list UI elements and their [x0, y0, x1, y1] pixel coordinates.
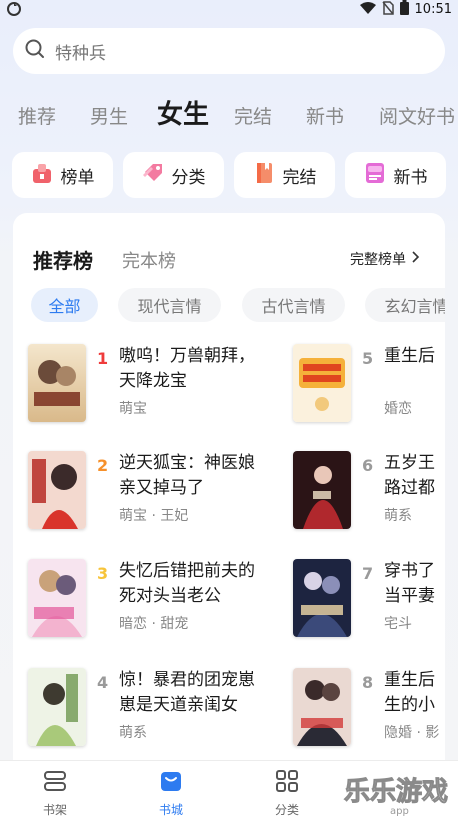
full-list-label: 完整榜单 — [350, 252, 406, 268]
nav-category[interactable]: 分类 — [257, 769, 317, 818]
bookstore-icon — [159, 769, 183, 797]
shortcut-label: 完结 — [282, 167, 317, 188]
chevron-right-icon — [412, 251, 420, 267]
ranking-panel: 推荐榜 完本榜 完整榜单 全部 现代言情 古代言情 玄幻言情 1 嗷呜！万兽朝拜… — [13, 213, 445, 773]
bookshelf-icon — [43, 769, 67, 797]
book-cover — [293, 451, 351, 529]
nav-label: 分类 — [274, 803, 299, 817]
book-tags: 暗恋 · 甜宠 — [119, 616, 189, 632]
svg-text:app: app — [390, 806, 409, 817]
battery-icon — [399, 0, 409, 19]
book-title: 穿书了 当平妻 — [384, 561, 435, 606]
search-placeholder: 特种兵 — [55, 43, 106, 64]
book-item[interactable]: 7 穿书了 当平妻 宅斗 — [293, 559, 445, 641]
book-title: 逆天狐宝：神医娘 亲又掉马了 — [119, 453, 255, 498]
book-rank: 3 — [97, 564, 109, 583]
shortcut-label: 分类 — [171, 167, 206, 188]
book-rank: 6 — [362, 456, 374, 475]
shortcut-new[interactable]: 新书 — [345, 152, 446, 198]
book-item[interactable]: 3 失忆后错把前夫的 死对头当老公 暗恋 · 甜宠 — [28, 559, 273, 641]
panel-title-complete[interactable]: 完本榜 — [122, 247, 176, 273]
nav-bookshelf[interactable]: 书架 — [25, 769, 85, 818]
book-rank: 2 — [97, 456, 109, 475]
no-sim-icon — [381, 0, 394, 19]
book-cover — [28, 668, 86, 746]
category-tag-icon — [142, 162, 164, 188]
shortcut-finished[interactable]: 完结 — [234, 152, 335, 198]
book-item[interactable]: 2 逆天狐宝：神医娘 亲又掉马了 萌宝 · 王妃 — [28, 451, 273, 533]
tab-yuewen[interactable]: 阅文好书 — [379, 102, 455, 129]
chip-fantasy-romance[interactable]: 玄幻言情 — [365, 288, 445, 322]
book-tags: 婚恋 — [384, 401, 412, 417]
book-tags: 萌系 — [119, 725, 147, 741]
book-cover — [293, 668, 351, 746]
book-title: 失忆后错把前夫的 死对头当老公 — [119, 561, 255, 606]
nav-label: 书城 — [158, 803, 183, 817]
grid-icon — [275, 769, 299, 797]
shortcut-category[interactable]: 分类 — [123, 152, 224, 198]
shortcut-label: 新书 — [393, 167, 428, 188]
book-cover — [28, 451, 86, 529]
panel-title-recommend[interactable]: 推荐榜 — [33, 245, 93, 274]
book-item[interactable]: 5 重生后 婚恋 — [293, 344, 445, 426]
chip-modern-romance[interactable]: 现代言情 — [118, 288, 221, 322]
book-cover — [28, 344, 86, 422]
search-icon — [25, 39, 45, 63]
book-tags: 萌宝 · 王妃 — [119, 508, 189, 524]
svg-text:乐乐游戏: 乐乐游戏 — [344, 777, 448, 807]
status-time: 10:51 — [414, 1, 452, 17]
status-bar: 10:51 — [0, 0, 458, 18]
full-list-link[interactable]: 完整榜单 — [350, 249, 420, 269]
shortcut-label: 榜单 — [60, 167, 95, 188]
book-title: 惊！暴君的团宠崽 崽是天道亲闺女 — [119, 670, 255, 715]
finished-book-icon — [253, 162, 275, 188]
tab-finished[interactable]: 完结 — [234, 102, 272, 129]
book-rank: 4 — [97, 673, 109, 692]
nav-label: 书架 — [42, 803, 67, 817]
status-icons: 10:51 — [359, 0, 452, 19]
channel-tabs: 推荐 男生 女生 完结 新书 阅文好书 — [0, 92, 458, 134]
book-rank: 7 — [362, 564, 374, 583]
book-title: 重生后 生的小 — [384, 670, 435, 715]
book-cover — [293, 559, 351, 637]
chip-all[interactable]: 全部 — [31, 288, 98, 322]
book-tags: 宅斗 — [384, 616, 412, 632]
book-cover — [293, 344, 351, 422]
tab-male[interactable]: 男生 — [90, 102, 128, 129]
book-item[interactable]: 1 嗷呜！万兽朝拜， 天降龙宝 萌宝 — [28, 344, 273, 426]
book-title: 五岁王 路过都 — [384, 453, 435, 498]
book-item[interactable]: 8 重生后 生的小 隐婚 · 影 — [293, 668, 445, 750]
new-book-icon — [364, 162, 386, 188]
shortcut-ranking[interactable]: 榜单 — [12, 152, 113, 198]
tab-recommend[interactable]: 推荐 — [18, 102, 56, 129]
tab-female[interactable]: 女生 — [157, 94, 209, 131]
book-tags: 萌系 — [384, 508, 412, 524]
chip-ancient-romance[interactable]: 古代言情 — [242, 288, 345, 322]
search-input[interactable]: 特种兵 — [13, 28, 445, 74]
watermark-logo: 乐乐游戏 app — [342, 770, 458, 820]
book-title: 重生后 — [384, 346, 435, 366]
book-rank: 1 — [97, 349, 109, 368]
book-item[interactable]: 6 五岁王 路过都 萌系 — [293, 451, 445, 533]
ranking-icon — [31, 162, 53, 188]
book-rank: 5 — [362, 349, 374, 368]
sync-icon — [6, 1, 22, 17]
book-item[interactable]: 4 惊！暴君的团宠崽 崽是天道亲闺女 萌系 — [28, 668, 273, 750]
book-tags: 萌宝 — [119, 401, 147, 417]
tab-new[interactable]: 新书 — [306, 102, 344, 129]
book-cover — [28, 559, 86, 637]
book-title: 嗷呜！万兽朝拜， 天降龙宝 — [119, 346, 255, 391]
book-rank: 8 — [362, 673, 374, 692]
book-tags: 隐婚 · 影 — [384, 725, 440, 741]
wifi-icon — [359, 0, 376, 19]
nav-bookstore[interactable]: 书城 — [141, 769, 201, 818]
